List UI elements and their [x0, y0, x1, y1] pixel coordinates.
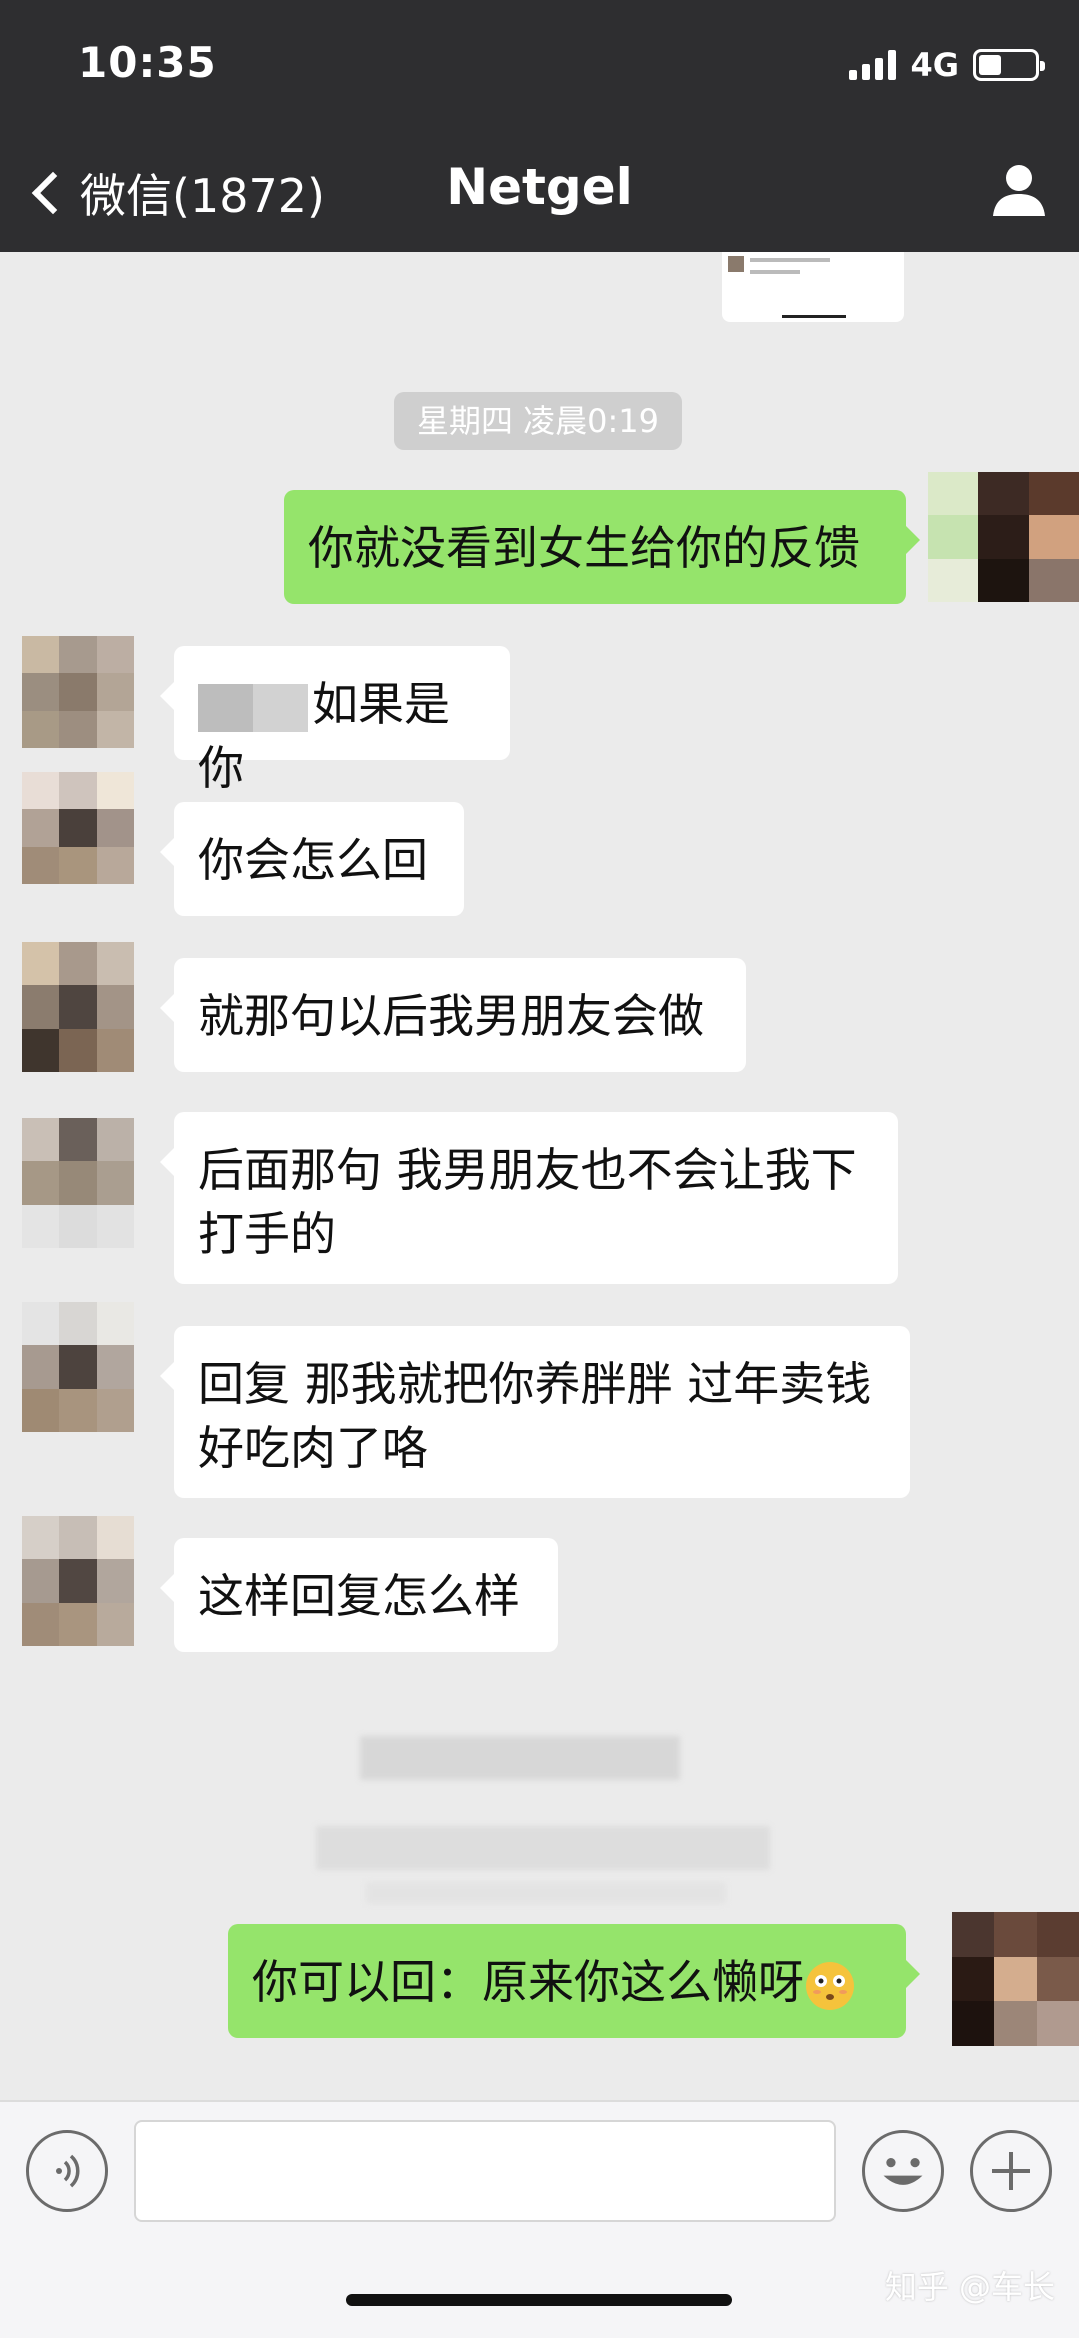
contact-avatar[interactable]	[22, 1516, 134, 1646]
more-button[interactable]	[970, 2130, 1052, 2212]
message-text: 你可以回：原来你这么懒呀	[252, 1955, 804, 2009]
contact-avatar[interactable]	[22, 942, 134, 1072]
card-avatar	[728, 256, 744, 272]
shared-card[interactable]	[722, 252, 904, 322]
plus-icon	[992, 2152, 1030, 2190]
message-text: 这样回复怎么样	[198, 1569, 520, 1623]
contact-avatar[interactable]	[22, 636, 134, 748]
message-bubble-outgoing[interactable]: 你可以回：原来你这么懒呀	[228, 1924, 920, 2038]
message-bubble-incoming[interactable]: 你会怎么回	[160, 802, 464, 916]
message-text-line: 后面那句 我男朋友也不会让我下	[198, 1143, 857, 1197]
status-time: 10:35	[78, 38, 217, 87]
card-line	[750, 258, 830, 262]
message-input[interactable]	[134, 2120, 836, 2222]
battery-icon	[973, 49, 1045, 81]
message-text: 你会怎么回	[198, 833, 428, 887]
contact-avatar[interactable]	[22, 1118, 134, 1248]
profile-icon[interactable]	[989, 158, 1049, 218]
network-label: 4G	[910, 46, 959, 84]
redacted-block	[316, 1826, 770, 1870]
chat-title: Netgel	[446, 158, 633, 216]
voice-icon	[56, 2154, 80, 2188]
voice-button[interactable]	[26, 2130, 108, 2212]
message-text-line: 打手的	[198, 1207, 336, 1261]
battery-level	[979, 55, 1001, 75]
home-indicator[interactable]	[346, 2294, 732, 2306]
chat-area[interactable]: 星期四 凌晨0:19 你就没看到女生给你的反馈 如果是你 你会怎么回 就那句以后…	[0, 252, 1079, 2100]
contact-avatar[interactable]	[22, 772, 134, 884]
message-text: 就那句以后我男朋友会做	[198, 989, 704, 1043]
redacted-block	[366, 1882, 726, 1904]
message-bubble-incoming[interactable]: 如果是你	[160, 646, 510, 795]
status-indicators: 4G	[849, 46, 1045, 84]
message-bubble-incoming[interactable]: 回复 那我就把你养胖胖 过年卖钱 好吃肉了咯	[160, 1326, 910, 1498]
top-bar: 10:35 4G 微信(1872) Netgel	[0, 0, 1079, 252]
emoji-button[interactable]	[862, 2130, 944, 2212]
redacted-text	[198, 683, 308, 732]
message-bubble-incoming[interactable]: 就那句以后我男朋友会做	[160, 958, 746, 1072]
timestamp-pill: 星期四 凌晨0:19	[394, 392, 682, 450]
card-line	[750, 270, 800, 274]
card-divider	[782, 315, 846, 318]
my-avatar[interactable]	[928, 472, 1079, 602]
message-text-line: 回复 那我就把你养胖胖 过年卖钱	[198, 1357, 872, 1411]
flushed-emoji-icon	[806, 1961, 854, 2010]
smiley-icon	[883, 2158, 923, 2185]
my-avatar[interactable]	[952, 1912, 1079, 2046]
redacted-block	[360, 1736, 680, 1780]
signal-icon	[849, 50, 897, 80]
message-bubble-incoming[interactable]: 后面那句 我男朋友也不会让我下 打手的	[160, 1112, 898, 1284]
message-bubble-outgoing[interactable]: 你就没看到女生给你的反馈	[284, 490, 920, 604]
message-text-line: 好吃肉了咯	[198, 1421, 428, 1475]
contact-avatar[interactable]	[22, 1302, 134, 1432]
watermark: 知乎 @车长	[884, 2268, 1055, 2306]
message-bubble-incoming[interactable]: 这样回复怎么样	[160, 1538, 558, 1652]
message-text: 你就没看到女生给你的反馈	[308, 521, 860, 575]
